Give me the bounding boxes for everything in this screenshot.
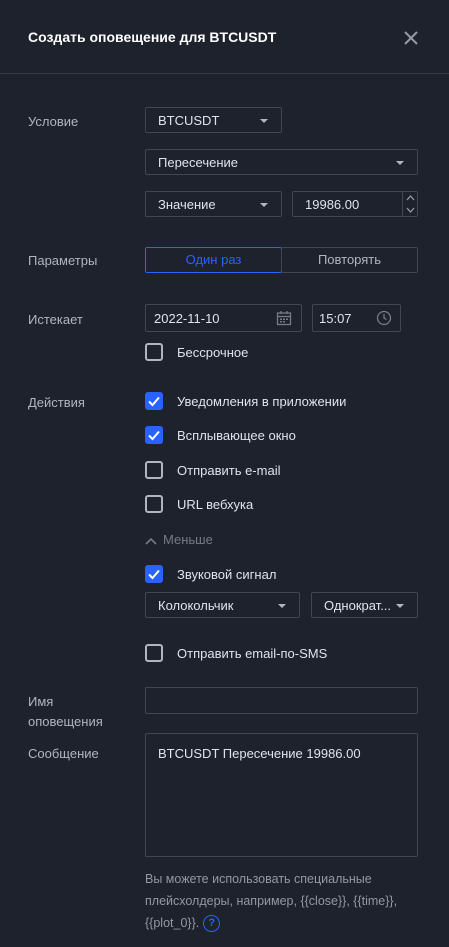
chevron-down-icon	[260, 203, 268, 207]
parameters-label: Параметры	[28, 253, 98, 268]
show-less-toggle[interactable]: Меньше	[145, 532, 213, 547]
parameter-once-button[interactable]: Один раз	[145, 247, 282, 273]
dialog-header: Создать оповещение для BTCUSDT	[0, 0, 449, 74]
value-input[interactable]: 19986.00	[292, 191, 418, 217]
chevron-down-icon	[260, 119, 268, 123]
sound-select[interactable]: Колокольчик	[145, 592, 300, 618]
email-sms-checkbox[interactable]	[145, 644, 163, 662]
placeholder-hint-text: Вы можете использовать специальные плейс…	[145, 872, 398, 930]
show-less-label: Меньше	[163, 532, 213, 547]
popup-label: Всплывающее окно	[177, 428, 296, 443]
symbol-select[interactable]: BTCUSDT	[145, 107, 282, 133]
calendar-icon[interactable]	[276, 310, 292, 326]
dialog-title: Создать оповещение для BTCUSDT	[28, 29, 277, 45]
sound-label: Звуковой сигнал	[177, 567, 277, 582]
symbol-value: BTCUSDT	[158, 113, 220, 128]
sound-repeat-value: Однократ...	[324, 598, 392, 613]
condition-label: Условие	[28, 114, 79, 129]
alert-name-label-line2: оповещения	[28, 714, 103, 729]
no-expiry-checkbox[interactable]	[145, 343, 163, 361]
popup-checkbox[interactable]	[145, 426, 163, 444]
chevron-up-icon	[145, 537, 157, 545]
value-input-text: 19986.00	[305, 197, 360, 212]
expiry-time-input[interactable]: 15:07	[312, 304, 401, 332]
checkmark-icon	[148, 396, 160, 407]
webhook-url-checkbox[interactable]	[145, 495, 163, 513]
chevron-down-icon	[396, 604, 404, 608]
parameter-repeat-label: Повторять	[317, 252, 382, 267]
placeholder-hint: Вы можете использовать специальные плейс…	[145, 868, 425, 934]
no-expiry-label: Бессрочное	[177, 345, 249, 360]
value-stepper[interactable]	[402, 192, 418, 216]
value-type-select[interactable]: Значение	[145, 191, 282, 217]
chevron-down-icon	[278, 604, 286, 608]
chevron-down-icon[interactable]	[406, 207, 415, 213]
alert-name-label-line1: Имя	[28, 694, 54, 709]
email-sms-label: Отправить email-по-SMS	[177, 646, 328, 661]
sound-select-value: Колокольчик	[158, 598, 234, 613]
expiry-date-input[interactable]: 2022-11-10	[145, 304, 302, 332]
value-type-value: Значение	[158, 197, 216, 212]
send-email-checkbox[interactable]	[145, 461, 163, 479]
close-icon[interactable]	[400, 27, 422, 49]
message-label: Сообщение	[28, 746, 99, 761]
operator-value: Пересечение	[158, 155, 239, 170]
clock-icon[interactable]	[376, 310, 392, 326]
chevron-up-icon[interactable]	[406, 195, 415, 201]
parameter-once-label: Один раз	[185, 252, 242, 267]
message-textarea[interactable]: BTCUSDT Пересечение 19986.00	[145, 733, 418, 857]
in-app-notification-label: Уведомления в приложении	[177, 394, 347, 409]
checkmark-icon	[148, 569, 160, 580]
actions-label: Действия	[28, 395, 85, 410]
sound-checkbox[interactable]	[145, 565, 163, 583]
operator-select[interactable]: Пересечение	[145, 149, 418, 175]
help-icon[interactable]: ?	[203, 915, 221, 933]
alert-name-input[interactable]	[145, 687, 418, 714]
expires-label: Истекает	[28, 312, 83, 327]
message-text: BTCUSDT Пересечение 19986.00	[158, 746, 361, 761]
expiry-date-value: 2022-11-10	[154, 311, 220, 326]
in-app-notification-checkbox[interactable]	[145, 392, 163, 410]
webhook-url-label: URL вебхука	[177, 497, 254, 512]
checkmark-icon	[148, 430, 160, 441]
sound-repeat-select[interactable]: Однократ...	[311, 592, 418, 618]
expiry-time-value: 15:07	[319, 311, 352, 326]
parameter-repeat-button[interactable]: Повторять	[281, 247, 418, 273]
send-email-label: Отправить e-mail	[177, 463, 281, 478]
chevron-down-icon	[396, 161, 404, 165]
